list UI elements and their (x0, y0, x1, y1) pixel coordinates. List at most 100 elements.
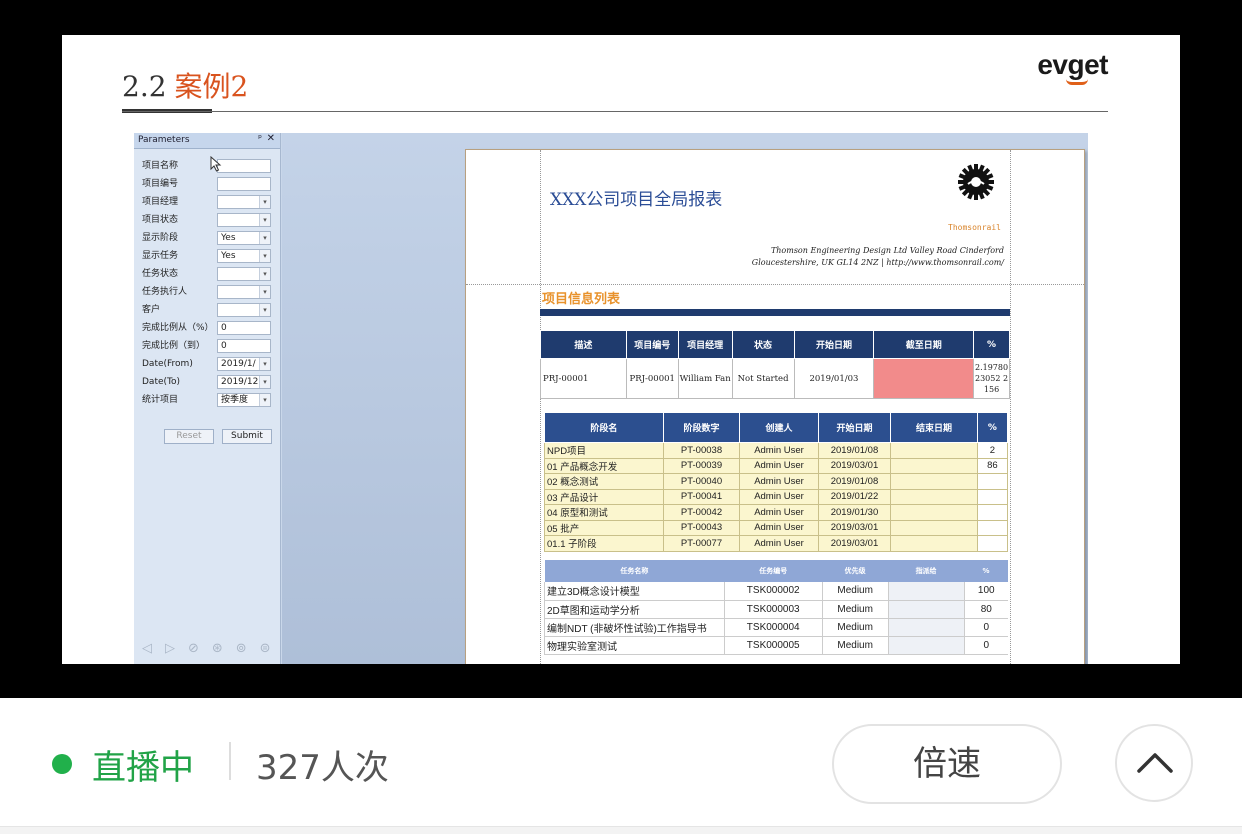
table-cell (887, 600, 965, 619)
table-cell: Medium (821, 636, 889, 655)
parameter-label: Date(To) (142, 377, 181, 387)
table-cell: PRJ-00001 (625, 358, 679, 399)
table-cell (976, 473, 1009, 490)
header-divider (122, 111, 1108, 112)
table-cell: PT-00041 (662, 488, 741, 505)
table-cell: 2 (976, 442, 1009, 459)
viewer-controls: ◁▷⊘⊛⊚⊜ (142, 641, 284, 656)
gear-logo-icon (958, 164, 994, 200)
parameter-label: 项目状态 (142, 215, 179, 225)
table-cell: 04 原型和测试 (544, 504, 664, 521)
table-row: 05 批产 PT-00043 Admin User 2019/03/01 (544, 519, 1009, 536)
project-table: 描述 项目编号 项目经理 状态 开始日期 截至日期% PRJ-00001 PRJ-00001… (540, 330, 1010, 399)
column-header: 项目编号 (625, 330, 679, 359)
parameter-dropdown[interactable] (217, 303, 271, 317)
table-cell: Admin User (739, 535, 819, 552)
live-status: 直播中 (92, 748, 194, 788)
parameter-dropdown[interactable]: 2019/1/ (217, 357, 271, 371)
parameter-dropdown[interactable] (217, 195, 271, 209)
table-cell: Admin User (739, 519, 819, 536)
column-header: 阶段数字 (662, 412, 741, 443)
parameter-dropdown[interactable]: Yes (217, 249, 271, 263)
slide-title: 2.2 案例2 (122, 65, 248, 105)
address-line-1: Thomson Engineering Design Ltd Valley Ro… (770, 246, 1004, 255)
live-footer: 直播中 327人次 倍速 (0, 698, 1242, 834)
table-cell (873, 358, 975, 399)
parameter-dropdown[interactable] (217, 213, 271, 227)
column-header: 优先级 (822, 560, 889, 582)
column-header: 开始日期 (793, 330, 875, 359)
video-area[interactable]: 2.2 案例2 evget Parameters ᵖ ✕ 项目名称项目编号 项目经理… (0, 0, 1242, 698)
table-cell (887, 618, 965, 637)
evget-logo: evget (1037, 49, 1108, 80)
table-cell: 编制NDT (非破坏性试验)工作指导书 (544, 618, 725, 637)
table-cell: 2019/03/01 (817, 519, 892, 536)
table-cell: NPD项目 (544, 442, 664, 459)
table-cell: PT-00038 (662, 442, 741, 459)
table-cell: Admin User (739, 488, 819, 505)
collapse-button[interactable] (1115, 724, 1193, 802)
table-cell (976, 535, 1009, 552)
column-header: % (964, 560, 1008, 582)
table-cell: PT-00039 (662, 457, 741, 474)
table-cell: PRJ-00001 (540, 358, 627, 399)
table-cell (890, 473, 978, 490)
table-cell: PT-00077 (662, 535, 741, 552)
parameter-dropdown[interactable]: 按季度 (217, 393, 271, 407)
table-cell: 物理实验室测试 (544, 636, 725, 655)
parameters-panel-header: Parameters ᵖ ✕ (134, 133, 280, 149)
column-header: 开始日期 (817, 412, 892, 443)
mouse-cursor-icon (210, 156, 222, 172)
column-header: 状态 (731, 330, 795, 359)
margin-guide (466, 284, 1084, 285)
parameter-dropdown[interactable]: Yes (217, 231, 271, 245)
report-address: Thomson Engineering Design Ltd Valley Ro… (666, 245, 1004, 269)
parameter-dropdown[interactable] (217, 285, 271, 299)
reset-button[interactable]: Reset (164, 429, 214, 444)
parameter-label: 任务状态 (142, 269, 179, 279)
table-cell (890, 457, 978, 474)
table-row: 建立3D概念设计模型 TSK000002 Medium 100 (544, 582, 1008, 601)
table-cell (890, 519, 978, 536)
submit-button[interactable]: Submit (222, 429, 272, 444)
table-cell (890, 504, 978, 521)
table-cell: TSK000004 (723, 618, 823, 637)
close-icon[interactable]: ✕ (267, 133, 275, 144)
parameters-panel-title: Parameters (138, 135, 190, 145)
table-cell: 01.1 子阶段 (544, 535, 664, 552)
section-bar (540, 309, 1010, 316)
parameter-input[interactable] (217, 159, 271, 173)
parameter-label: 完成比例从（%） (142, 323, 214, 333)
table-cell: Medium (821, 582, 889, 601)
playback-speed-button[interactable]: 倍速 (832, 724, 1062, 804)
table-cell: 2019/03/01 (817, 457, 892, 474)
pin-icon[interactable]: ᵖ (258, 134, 262, 144)
table-cell: 0 (963, 636, 1008, 655)
table-cell: 03 产品设计 (544, 488, 664, 505)
parameter-dropdown[interactable]: 2019/12 (217, 375, 271, 389)
table-cell: 01 产品概念开发 (544, 457, 664, 474)
column-header: % (976, 412, 1009, 443)
parameter-label: 项目名称 (142, 161, 179, 171)
margin-guide (540, 150, 541, 664)
column-header: 指派给 (888, 560, 965, 582)
parameter-dropdown[interactable] (217, 267, 271, 281)
table-cell: Medium (821, 618, 889, 637)
task-table: 任务名称 任务编号 优先级 指派给% 建立3D概念设计模型 TSK000002 Mediu… (544, 560, 1008, 655)
parameter-input[interactable] (217, 177, 271, 191)
parameter-label: Date(From) (142, 359, 193, 369)
table-cell: TSK000003 (723, 600, 823, 619)
parameter-label: 显示任务 (142, 251, 179, 261)
table-cell: TSK000005 (723, 636, 823, 655)
table-cell (976, 488, 1009, 505)
table-cell (976, 519, 1009, 536)
table-cell (887, 582, 965, 601)
table-cell: Medium (821, 600, 889, 619)
parameter-input[interactable]: 0 (217, 339, 271, 353)
slide-section-title: 案例2 (174, 70, 249, 103)
parameter-input[interactable]: 0 (217, 321, 271, 335)
column-header: 项目经理 (677, 330, 733, 359)
table-cell: 05 批产 (544, 519, 664, 536)
column-header: 描述 (540, 330, 627, 359)
viewer-count: 327人次 (256, 748, 389, 788)
